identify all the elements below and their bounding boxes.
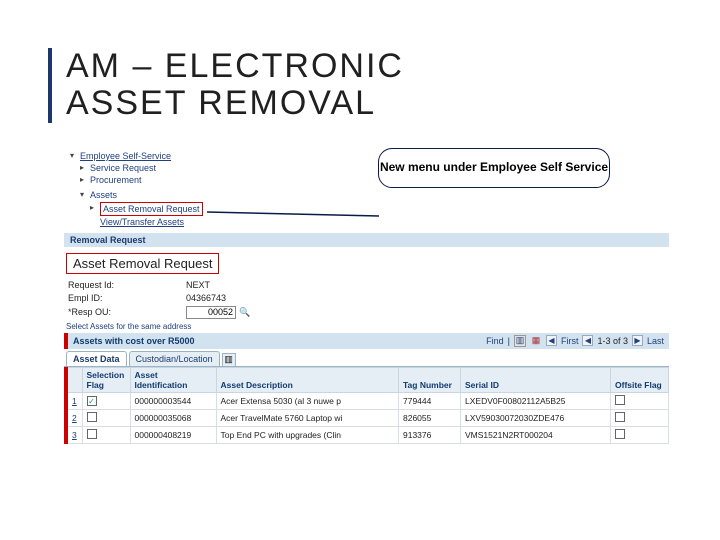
row-index-link[interactable]: 3 [72, 430, 77, 440]
table-row: 1 ✓ 000000003544Acer Extensa 5030 (al 3 nu… [66, 392, 669, 409]
cell-tag-number: 779444 [399, 392, 461, 409]
col-selection-flag: Selection Flag [82, 367, 130, 392]
selection-checkbox[interactable] [87, 429, 97, 439]
form-row-request-id: Request Id: NEXT [64, 280, 669, 290]
first-label: First [561, 336, 579, 346]
section-bar-label: Removal Request [70, 235, 146, 245]
cell-asset-id: 000000035068 [130, 409, 216, 426]
cell-tag-number: 826055 [399, 409, 461, 426]
range-text: 1-3 of 3 [597, 336, 628, 346]
nav-item-label: Service Request [90, 162, 156, 174]
selection-checkbox[interactable] [87, 412, 97, 422]
form-row-resp-ou: Resp OU: 🔍 [64, 306, 669, 319]
cell-tag-number: 913376 [399, 426, 461, 443]
chevron-right-icon: ▸ [80, 163, 88, 174]
last-label: Last [647, 336, 664, 346]
offsite-checkbox[interactable] [615, 412, 625, 422]
app-frame: ▾ Employee Self-Service ▸ Service Reques… [64, 148, 669, 444]
grid-header-row: Selection Flag Asset Identification Asse… [66, 367, 669, 392]
title-vertical-rule [48, 48, 52, 123]
form-block: Request Id: NEXT Empl ID: 04366743 Resp … [64, 280, 669, 319]
view-all-icon[interactable]: ▥ [514, 335, 526, 347]
col-offsite-flag: Offsite Flag [611, 367, 669, 392]
cell-asset-id: 000000408219 [130, 426, 216, 443]
resp-ou-input[interactable] [186, 306, 236, 319]
prev-page-button[interactable]: ◀ [582, 335, 593, 346]
nav-item-assets[interactable]: ▾ Assets [70, 189, 669, 201]
col-asset-identification: Asset Identification [130, 367, 216, 392]
col-asset-description: Asset Description [216, 367, 399, 392]
cell-serial-id: LXV59030072030ZDE476 [461, 409, 611, 426]
nav-item-label: View/Transfer Assets [100, 216, 184, 228]
tab-custodian-location[interactable]: Custodian/Location [129, 351, 220, 366]
cell-serial-id: LXEDV0F00802112A5B25 [461, 392, 611, 409]
next-page-button[interactable]: ▶ [632, 335, 643, 346]
col-index [66, 367, 82, 392]
col-serial-id: Serial ID [461, 367, 611, 392]
cell-asset-description: Acer Extensa 5030 (al 3 nuwe p [216, 392, 399, 409]
chevron-down-icon: ▾ [70, 151, 78, 162]
asset-grid: Selection Flag Asset Identification Asse… [64, 367, 669, 444]
grid-title: Assets with cost over R5000 [73, 336, 195, 346]
nav-item-label: Assets [90, 189, 117, 201]
chevron-right-icon: ▸ [80, 175, 88, 186]
grid-tabs: Asset Data Custodian/Location ▥ [64, 349, 669, 367]
callout-box: New menu under Employee Self Service [378, 148, 610, 188]
cell-asset-description: Top End PC with upgrades (Clin [216, 426, 399, 443]
resp-ou-label: Resp OU: [64, 307, 136, 317]
chevron-right-icon: ▸ [90, 203, 98, 214]
tab-asset-data[interactable]: Asset Data [66, 351, 127, 366]
download-icon[interactable]: ▦ [530, 335, 542, 347]
grid-nav: Find | ▥ ▦ ◀ First ◀ 1-3 of 3 ▶ Last [486, 335, 664, 347]
empl-id-label: Empl ID: [64, 293, 136, 303]
page-heading: Asset Removal Request [66, 253, 219, 274]
first-page-button[interactable]: ◀ [546, 335, 557, 346]
form-row-empl-id: Empl ID: 04366743 [64, 293, 669, 303]
col-tag-number: Tag Number [399, 367, 461, 392]
callout-connector [205, 210, 385, 280]
slide-title: AM – ELECTRONIC ASSET REMOVAL [66, 48, 404, 123]
table-row: 2 000000035068Acer TravelMate 5760 Laptop… [66, 409, 669, 426]
table-row: 3 000000408219Top End PC with upgrades (C… [66, 426, 669, 443]
nav-root-label: Employee Self-Service [80, 150, 171, 162]
grid-header-bar: Assets with cost over R5000 Find | ▥ ▦ ◀… [64, 333, 669, 349]
row-index-link[interactable]: 2 [72, 413, 77, 423]
highlight-asset-removal: Asset Removal Request [100, 202, 203, 216]
request-id-label: Request Id: [64, 280, 136, 290]
nav-item-label: Asset Removal Request [103, 204, 200, 214]
find-link[interactable]: Find [486, 336, 504, 346]
lookup-icon[interactable]: 🔍 [239, 306, 251, 318]
request-id-value: NEXT [186, 280, 210, 290]
show-all-columns-icon[interactable]: ▥ [222, 353, 236, 366]
cell-asset-description: Acer TravelMate 5760 Laptop wi [216, 409, 399, 426]
chevron-down-icon: ▾ [80, 190, 88, 201]
offsite-checkbox[interactable] [615, 429, 625, 439]
empl-id-value: 04366743 [186, 293, 226, 303]
row-index-link[interactable]: 1 [72, 396, 77, 406]
offsite-checkbox[interactable] [615, 395, 625, 405]
hint-text: Select Assets for the same address [66, 322, 667, 331]
nav-item-label: Procurement [90, 174, 142, 186]
callout-text: New menu under Employee Self Service [380, 161, 608, 175]
cell-serial-id: VMS1521N2RT000204 [461, 426, 611, 443]
slide-title-block: AM – ELECTRONIC ASSET REMOVAL [48, 48, 404, 123]
separator: | [508, 336, 510, 346]
selection-checkbox[interactable]: ✓ [87, 396, 97, 406]
cell-asset-id: 000000003544 [130, 392, 216, 409]
